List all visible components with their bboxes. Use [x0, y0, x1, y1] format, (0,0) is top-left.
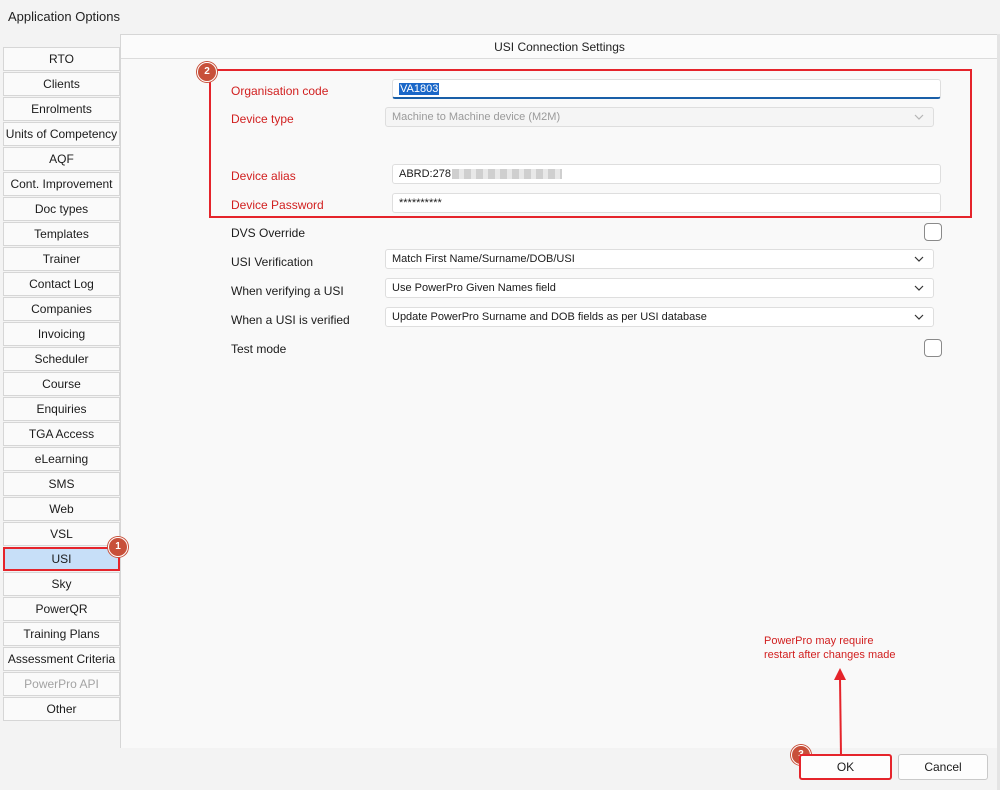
usi-verification-value: Match First Name/Surname/DOB/USI	[392, 253, 575, 265]
device-password-label: Device Password	[231, 198, 324, 212]
restart-note: PowerPro may require restart after chang…	[764, 634, 895, 662]
sidebar-item-trainer[interactable]: Trainer	[3, 247, 120, 271]
device-type-value: Machine to Machine device (M2M)	[392, 111, 561, 123]
panel-header: USI Connection Settings	[121, 35, 998, 59]
sidebar-item-contact-log[interactable]: Contact Log	[3, 272, 120, 296]
sidebar-item-elearning[interactable]: eLearning	[3, 447, 120, 471]
sidebar-item-scheduler[interactable]: Scheduler	[3, 347, 120, 371]
chevron-down-icon	[914, 285, 924, 291]
sidebar-item-invoicing[interactable]: Invoicing	[3, 322, 120, 346]
sidebar-item-assessment-criteria[interactable]: Assessment Criteria	[3, 647, 120, 671]
cancel-button[interactable]: Cancel	[898, 754, 988, 780]
sidebar-item-powerpro-api: PowerPro API	[3, 672, 120, 696]
title-bar: Application Options	[0, 0, 1000, 34]
organisation-code-input[interactable]: VA1803	[392, 79, 941, 99]
sidebar-item-clients[interactable]: Clients	[3, 72, 120, 96]
device-alias-value: ABRD:278	[399, 168, 451, 180]
when-verified-value: Update PowerPro Surname and DOB fields a…	[392, 311, 707, 323]
when-verifying-label: When verifying a USI	[231, 284, 344, 298]
sidebar-item-units-of-competency[interactable]: Units of Competency	[3, 122, 120, 146]
usi-verification-select[interactable]: Match First Name/Surname/DOB/USI	[385, 249, 934, 269]
chevron-down-icon	[914, 114, 924, 120]
sidebar-item-companies[interactable]: Companies	[3, 297, 120, 321]
sidebar-item-tga-access[interactable]: TGA Access	[3, 422, 120, 446]
when-verifying-select[interactable]: Use PowerPro Given Names field	[385, 278, 934, 298]
sidebar-item-course[interactable]: Course	[3, 372, 120, 396]
sidebar-item-vsl[interactable]: VSL	[3, 522, 120, 546]
device-password-value: **********	[399, 197, 442, 209]
when-verifying-value: Use PowerPro Given Names field	[392, 282, 556, 294]
device-password-input[interactable]: **********	[392, 193, 941, 213]
sidebar-item-web[interactable]: Web	[3, 497, 120, 521]
window-title: Application Options	[8, 9, 121, 24]
test-mode-label: Test mode	[231, 342, 287, 356]
annotation-arrow-up-icon	[834, 668, 846, 757]
sidebar-item-usi[interactable]: USI	[3, 547, 120, 571]
dvs-override-label: DVS Override	[231, 226, 306, 240]
redacted-text	[451, 169, 562, 180]
restart-note-line-2: restart after changes made	[764, 649, 896, 661]
organisation-code-value: VA1803	[399, 83, 440, 95]
step-badge-1: 1	[108, 537, 128, 557]
device-alias-input[interactable]: ABRD:278	[392, 164, 941, 184]
chevron-down-icon	[914, 314, 924, 320]
options-sidebar: RTO Clients Enrolments Units of Competen…	[3, 47, 120, 722]
sidebar-item-rto[interactable]: RTO	[3, 47, 120, 71]
sidebar-item-sky[interactable]: Sky	[3, 572, 120, 596]
device-type-label: Device type	[231, 112, 294, 126]
sidebar-item-powerqr[interactable]: PowerQR	[3, 597, 120, 621]
sidebar-item-sms[interactable]: SMS	[3, 472, 120, 496]
sidebar-item-aqf[interactable]: AQF	[3, 147, 120, 171]
sidebar-item-enrolments[interactable]: Enrolments	[3, 97, 120, 121]
sidebar-item-doc-types[interactable]: Doc types	[3, 197, 120, 221]
dvs-override-checkbox[interactable]	[924, 223, 942, 241]
sidebar-item-training-plans[interactable]: Training Plans	[3, 622, 120, 646]
sidebar-item-other[interactable]: Other	[3, 697, 120, 721]
device-type-select: Machine to Machine device (M2M)	[385, 107, 934, 127]
sidebar-item-templates[interactable]: Templates	[3, 222, 120, 246]
restart-note-line-1: PowerPro may require	[764, 635, 874, 647]
ok-button[interactable]: OK	[799, 754, 892, 780]
test-mode-checkbox[interactable]	[924, 339, 942, 357]
organisation-code-label: Organisation code	[231, 84, 329, 98]
when-verified-select[interactable]: Update PowerPro Surname and DOB fields a…	[385, 307, 934, 327]
when-verified-label: When a USI is verified	[231, 313, 350, 327]
step-badge-2: 2	[197, 62, 217, 82]
sidebar-item-enquiries[interactable]: Enquiries	[3, 397, 120, 421]
device-alias-label: Device alias	[231, 169, 296, 183]
chevron-down-icon	[914, 256, 924, 262]
sidebar-item-cont-improvement[interactable]: Cont. Improvement	[3, 172, 120, 196]
usi-verification-label: USI Verification	[231, 255, 314, 269]
